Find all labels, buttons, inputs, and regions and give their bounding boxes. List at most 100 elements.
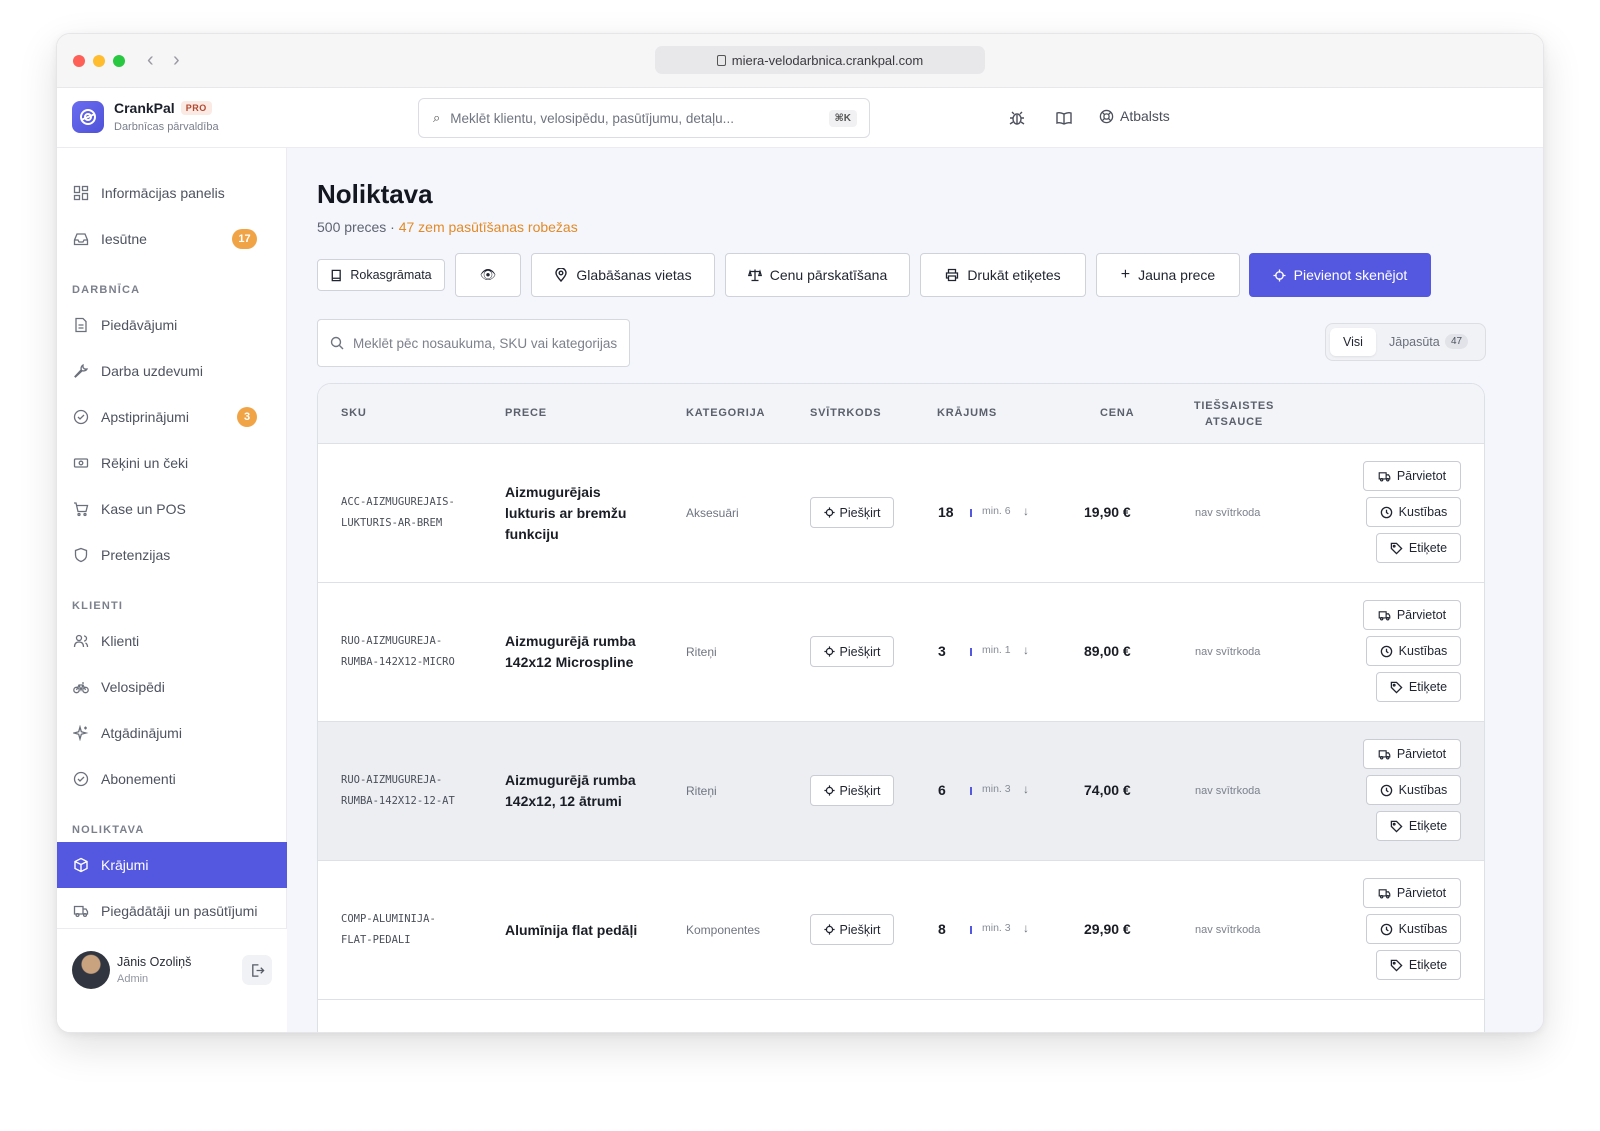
column-barcode[interactable]: SVĪTRKODS bbox=[810, 407, 881, 419]
add-by-scanning-button[interactable]: Pievienot skenējot bbox=[1249, 253, 1431, 297]
logout-button[interactable] bbox=[242, 955, 272, 985]
support-link[interactable]: Atbalsts bbox=[1099, 108, 1170, 124]
table-row[interactable]: COMP-ALUMINIJA- FLAT-PEDALI Alumīnija fla… bbox=[318, 861, 1484, 1000]
add-by-scanning-label: Pievienot skenējot bbox=[1293, 267, 1408, 283]
sidebar-section-title: KLIENTI bbox=[72, 600, 124, 612]
forward-arrow-icon[interactable]: › bbox=[173, 48, 180, 72]
filter-tab-all[interactable]: Visi bbox=[1330, 328, 1376, 356]
assign-barcode-button[interactable]: Piešķirt bbox=[810, 775, 894, 806]
column-item[interactable]: PRECE bbox=[505, 407, 547, 419]
assign-barcode-button[interactable]: Piešķirt bbox=[810, 914, 894, 945]
dashboard-icon bbox=[73, 185, 89, 201]
sidebar-item-inbox[interactable]: Iesūtne 17 bbox=[57, 216, 287, 262]
filter-tab-reorder[interactable]: Jāpasūta bbox=[1389, 335, 1440, 349]
label-button[interactable]: Etiķete bbox=[1376, 533, 1461, 563]
assign-barcode-button[interactable]: Piešķirt bbox=[810, 497, 894, 528]
crosshair-icon bbox=[823, 785, 835, 796]
table-row[interactable]: ACC-AIZMUGUREJAIS- LUKTURIS-AR-BREM Aizmu… bbox=[318, 444, 1484, 583]
label-button[interactable]: Etiķete bbox=[1376, 950, 1461, 980]
inventory-search-input[interactable]: Meklēt pēc nosaukuma, SKU vai kategorija… bbox=[317, 319, 630, 367]
book-icon[interactable] bbox=[1054, 108, 1074, 128]
sidebar-item-invoices[interactable]: Rēķini un čeki bbox=[57, 440, 287, 486]
back-arrow-icon[interactable]: ‹ bbox=[147, 48, 154, 72]
new-item-button[interactable]: + Jauna prece bbox=[1096, 253, 1240, 297]
sidebar-item-pos[interactable]: Kase un POS bbox=[57, 486, 287, 532]
movements-button[interactable]: Kustības bbox=[1366, 497, 1461, 527]
storage-locations-label: Glabāšanas vietas bbox=[576, 267, 692, 283]
price-value: 19,90 € bbox=[1084, 504, 1131, 520]
sidebar-item-work-orders[interactable]: Darba uzdevumi bbox=[57, 348, 287, 394]
global-search-input[interactable]: ⌕ Meklēt klientu, velosipēdu, pasūtījumu… bbox=[418, 98, 870, 138]
sidebar-item-approvals[interactable]: Apstiprinājumi 3 bbox=[57, 394, 287, 440]
price-value: 89,00 € bbox=[1084, 643, 1131, 659]
cash-icon bbox=[73, 458, 89, 468]
users-icon bbox=[73, 634, 89, 648]
move-button[interactable]: Pārvietot bbox=[1363, 878, 1461, 908]
move-button[interactable]: Pārvietot bbox=[1363, 600, 1461, 630]
sidebar-item-subscriptions[interactable]: Abonementi bbox=[57, 756, 287, 802]
move-button[interactable]: Pārvietot bbox=[1363, 739, 1461, 769]
price-value: 74,00 € bbox=[1084, 782, 1131, 798]
crankpal-logo-icon[interactable] bbox=[72, 101, 104, 133]
minimize-window-button[interactable] bbox=[93, 55, 105, 67]
page-icon bbox=[716, 54, 726, 66]
reorder-count-badge: 47 bbox=[1445, 334, 1469, 349]
close-window-button[interactable] bbox=[73, 55, 85, 67]
label-label: Etiķete bbox=[1408, 541, 1448, 555]
move-button[interactable]: Pārvietot bbox=[1363, 461, 1461, 491]
sidebar: Informācijas panelis Iesūtne 17 DARBNĪCA… bbox=[57, 148, 287, 1032]
table-row[interactable]: RUO-AIZMUGUREJA- RUMBA-142X12-12-AT Aizmu… bbox=[318, 722, 1484, 861]
print-labels-button[interactable]: Drukāt etiķetes bbox=[920, 253, 1086, 297]
column-price[interactable]: CENA bbox=[1100, 407, 1134, 419]
shield-icon bbox=[74, 547, 88, 563]
movements-button[interactable]: Kustības bbox=[1366, 914, 1461, 944]
item-name-cell[interactable]: Aizmugurējā rumba 142x12, 12 ātrumi bbox=[505, 770, 655, 812]
maximize-window-button[interactable] bbox=[113, 55, 125, 67]
storage-locations-button[interactable]: Glabāšanas vietas bbox=[531, 253, 715, 297]
tag-icon bbox=[1390, 542, 1403, 555]
sidebar-item-clients[interactable]: Klienti bbox=[57, 618, 287, 664]
column-stock[interactable]: KRĀJUMS bbox=[937, 407, 997, 419]
sidebar-item-claims[interactable]: Pretenzijas bbox=[57, 532, 287, 578]
item-name-cell[interactable]: Aizmugurējais lukturis ar bremžu funkciju bbox=[505, 482, 655, 545]
movements-button[interactable]: Kustības bbox=[1366, 636, 1461, 666]
label-label: Etiķete bbox=[1408, 680, 1448, 694]
label-button[interactable]: Etiķete bbox=[1376, 672, 1461, 702]
item-name-cell[interactable]: Aizmugurējā rumba 142x12 Microspline bbox=[505, 631, 655, 673]
column-category[interactable]: KATEGORIJA bbox=[686, 407, 765, 419]
sidebar-item-quotes[interactable]: Piedāvājumi bbox=[57, 302, 287, 348]
print-labels-label: Drukāt etiķetes bbox=[967, 267, 1061, 283]
stock-value: 18 bbox=[938, 504, 954, 520]
crosshair-icon bbox=[823, 924, 835, 935]
assign-barcode-button[interactable]: Piešķirt bbox=[810, 636, 894, 667]
label-button[interactable]: Etiķete bbox=[1376, 811, 1461, 841]
table-row[interactable]: RUO-AIZMUGUREJA- RUMBA-142X12-MICRO Aizmu… bbox=[318, 583, 1484, 722]
address-bar[interactable]: miera-velodarbnica.crankpal.com bbox=[655, 46, 985, 74]
move-label: Pārvietot bbox=[1396, 469, 1447, 483]
sidebar-item-reminders[interactable]: Atgādinājumi bbox=[57, 710, 287, 756]
view-toggle-button[interactable]: 👁 bbox=[455, 253, 521, 297]
sidebar-item-label: Pretenzijas bbox=[101, 547, 171, 563]
check-circle-icon bbox=[73, 409, 89, 425]
check-circle-icon bbox=[73, 771, 89, 787]
column-sku[interactable]: SKU bbox=[341, 407, 367, 419]
clock-icon bbox=[1380, 645, 1392, 657]
sidebar-item-bicycles[interactable]: Velosipēdi bbox=[57, 664, 287, 710]
avatar[interactable] bbox=[72, 951, 110, 989]
brand-block: CrankPal PRO Darbnīcas pārvaldība bbox=[114, 100, 219, 133]
price-review-button[interactable]: Cenu pārskatīšana bbox=[725, 253, 910, 297]
truck-icon bbox=[1378, 471, 1391, 481]
item-name-cell[interactable]: Alumīnija flat pedāļi bbox=[505, 920, 655, 941]
bug-icon[interactable] bbox=[1007, 108, 1027, 128]
column-online-reference[interactable]: TIEŠSAISTES ATSAUCE bbox=[1184, 398, 1284, 430]
document-icon bbox=[75, 317, 87, 333]
global-search-placeholder: Meklēt klientu, velosipēdu, pasūtījumu, … bbox=[450, 110, 734, 126]
movements-button[interactable]: Kustības bbox=[1366, 775, 1461, 805]
sidebar-section-title: DARBNĪCA bbox=[72, 284, 141, 296]
handbook-button[interactable]: Rokasgrāmata bbox=[317, 259, 445, 291]
sidebar-item-inventory[interactable]: Krājumi bbox=[57, 842, 287, 888]
assign-label: Piešķirt bbox=[839, 505, 881, 520]
reorder-warning[interactable]: 47 zem pasūtīšanas robežas bbox=[399, 219, 578, 235]
sidebar-item-dashboard[interactable]: Informācijas panelis bbox=[57, 170, 287, 216]
eye-icon: 👁 bbox=[479, 267, 497, 282]
